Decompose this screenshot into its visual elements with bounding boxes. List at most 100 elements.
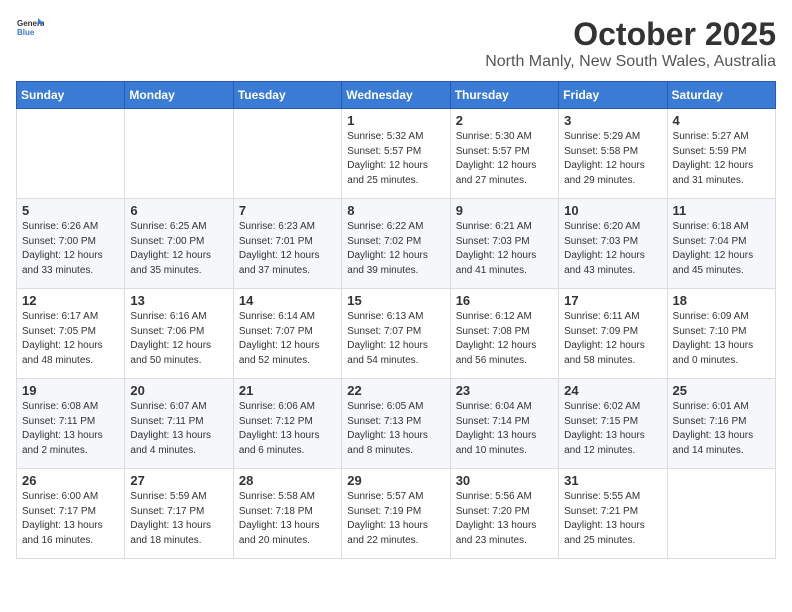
calendar-cell: 31 Sunrise: 5:55 AM Sunset: 7:21 PM Dayli… bbox=[559, 469, 667, 559]
calendar-cell: 22 Sunrise: 6:05 AM Sunset: 7:13 PM Dayli… bbox=[342, 379, 450, 469]
day-number: 29 bbox=[347, 473, 444, 488]
day-info: Sunrise: 6:06 AM Sunset: 7:12 PM Dayligh… bbox=[239, 400, 336, 458]
svg-text:Blue: Blue bbox=[17, 28, 35, 37]
day-number: 27 bbox=[130, 473, 227, 488]
day-number: 31 bbox=[564, 473, 661, 488]
calendar-cell: 18 Sunrise: 6:09 AM Sunset: 7:10 PM Dayli… bbox=[667, 289, 775, 379]
day-number: 5 bbox=[22, 203, 119, 218]
day-number: 16 bbox=[456, 293, 553, 308]
week-row-2: 12 Sunrise: 6:17 AM Sunset: 7:05 PM Dayli… bbox=[17, 289, 776, 379]
calendar-cell: 26Sunrise: 6:00 AM Sunset: 7:17 PM Dayli… bbox=[17, 469, 125, 559]
day-number: 19 bbox=[22, 383, 119, 398]
day-number: 8 bbox=[347, 203, 444, 218]
week-row-0: 1Sunrise: 5:32 AM Sunset: 5:57 PM Daylig… bbox=[17, 109, 776, 199]
day-number: 30 bbox=[456, 473, 553, 488]
month-title: October 2025 bbox=[485, 16, 776, 53]
day-info: Sunrise: 6:26 AM Sunset: 7:00 PM Dayligh… bbox=[22, 220, 119, 278]
weekday-header-tuesday: Tuesday bbox=[233, 82, 341, 109]
day-info: Sunrise: 6:12 AM Sunset: 7:08 PM Dayligh… bbox=[456, 310, 553, 368]
day-number: 22 bbox=[347, 383, 444, 398]
calendar-cell: 6 Sunrise: 6:25 AM Sunset: 7:00 PM Daylig… bbox=[125, 199, 233, 289]
day-info: Sunrise: 6:22 AM Sunset: 7:02 PM Dayligh… bbox=[347, 220, 444, 278]
calendar-cell: 15 Sunrise: 6:13 AM Sunset: 7:07 PM Dayli… bbox=[342, 289, 450, 379]
day-info: Sunrise: 6:14 AM Sunset: 7:07 PM Dayligh… bbox=[239, 310, 336, 368]
day-number: 2 bbox=[456, 113, 553, 128]
calendar-cell: 12 Sunrise: 6:17 AM Sunset: 7:05 PM Dayli… bbox=[17, 289, 125, 379]
day-info: Sunrise: 6:05 AM Sunset: 7:13 PM Dayligh… bbox=[347, 400, 444, 458]
day-info: Sunrise: 5:55 AM Sunset: 7:21 PM Dayligh… bbox=[564, 490, 661, 548]
day-info: Sunrise: 6:25 AM Sunset: 7:00 PM Dayligh… bbox=[130, 220, 227, 278]
day-number: 25 bbox=[673, 383, 770, 398]
day-info: Sunrise: 6:18 AM Sunset: 7:04 PM Dayligh… bbox=[673, 220, 770, 278]
calendar-cell: 9 Sunrise: 6:21 AM Sunset: 7:03 PM Daylig… bbox=[450, 199, 558, 289]
day-number: 3 bbox=[564, 113, 661, 128]
day-number: 12 bbox=[22, 293, 119, 308]
weekday-header-sunday: Sunday bbox=[17, 82, 125, 109]
day-info: Sunrise: 6:20 AM Sunset: 7:03 PM Dayligh… bbox=[564, 220, 661, 278]
calendar-cell: 5 Sunrise: 6:26 AM Sunset: 7:00 PM Daylig… bbox=[17, 199, 125, 289]
weekday-header-friday: Friday bbox=[559, 82, 667, 109]
weekday-header-saturday: Saturday bbox=[667, 82, 775, 109]
weekday-header-thursday: Thursday bbox=[450, 82, 558, 109]
weekday-header-wednesday: Wednesday bbox=[342, 82, 450, 109]
calendar-cell: 1Sunrise: 5:32 AM Sunset: 5:57 PM Daylig… bbox=[342, 109, 450, 199]
calendar-cell: 8 Sunrise: 6:22 AM Sunset: 7:02 PM Daylig… bbox=[342, 199, 450, 289]
day-number: 15 bbox=[347, 293, 444, 308]
calendar-cell: 28Sunrise: 5:58 AM Sunset: 7:18 PM Dayli… bbox=[233, 469, 341, 559]
day-info: Sunrise: 5:30 AM Sunset: 5:57 PM Dayligh… bbox=[456, 130, 553, 188]
calendar-cell: 13 Sunrise: 6:16 AM Sunset: 7:06 PM Dayli… bbox=[125, 289, 233, 379]
calendar-cell: 24 Sunrise: 6:02 AM Sunset: 7:15 PM Dayli… bbox=[559, 379, 667, 469]
calendar-cell: 17Sunrise: 6:11 AM Sunset: 7:09 PM Dayli… bbox=[559, 289, 667, 379]
day-info: Sunrise: 5:56 AM Sunset: 7:20 PM Dayligh… bbox=[456, 490, 553, 548]
title-area: October 2025 North Manly, New South Wale… bbox=[485, 16, 776, 71]
day-number: 4 bbox=[673, 113, 770, 128]
day-number: 21 bbox=[239, 383, 336, 398]
calendar-table: SundayMondayTuesdayWednesdayThursdayFrid… bbox=[16, 81, 776, 559]
week-row-3: 19Sunrise: 6:08 AM Sunset: 7:11 PM Dayli… bbox=[17, 379, 776, 469]
day-number: 20 bbox=[130, 383, 227, 398]
day-info: Sunrise: 5:57 AM Sunset: 7:19 PM Dayligh… bbox=[347, 490, 444, 548]
calendar-cell: 20 Sunrise: 6:07 AM Sunset: 7:11 PM Dayli… bbox=[125, 379, 233, 469]
day-number: 14 bbox=[239, 293, 336, 308]
day-info: Sunrise: 6:13 AM Sunset: 7:07 PM Dayligh… bbox=[347, 310, 444, 368]
day-info: Sunrise: 6:01 AM Sunset: 7:16 PM Dayligh… bbox=[673, 400, 770, 458]
logo-icon: General Blue bbox=[16, 16, 44, 38]
day-number: 13 bbox=[130, 293, 227, 308]
calendar-cell: 19Sunrise: 6:08 AM Sunset: 7:11 PM Dayli… bbox=[17, 379, 125, 469]
day-number: 6 bbox=[130, 203, 227, 218]
day-number: 18 bbox=[673, 293, 770, 308]
week-row-4: 26Sunrise: 6:00 AM Sunset: 7:17 PM Dayli… bbox=[17, 469, 776, 559]
calendar-cell: 2 Sunrise: 5:30 AM Sunset: 5:57 PM Daylig… bbox=[450, 109, 558, 199]
day-info: Sunrise: 6:16 AM Sunset: 7:06 PM Dayligh… bbox=[130, 310, 227, 368]
day-number: 7 bbox=[239, 203, 336, 218]
calendar-cell: 23Sunrise: 6:04 AM Sunset: 7:14 PM Dayli… bbox=[450, 379, 558, 469]
day-number: 9 bbox=[456, 203, 553, 218]
weekday-header-row: SundayMondayTuesdayWednesdayThursdayFrid… bbox=[17, 82, 776, 109]
calendar-cell: 29 Sunrise: 5:57 AM Sunset: 7:19 PM Dayli… bbox=[342, 469, 450, 559]
day-info: Sunrise: 6:09 AM Sunset: 7:10 PM Dayligh… bbox=[673, 310, 770, 368]
calendar-cell: 25 Sunrise: 6:01 AM Sunset: 7:16 PM Dayli… bbox=[667, 379, 775, 469]
day-number: 17 bbox=[564, 293, 661, 308]
calendar-cell: 7 Sunrise: 6:23 AM Sunset: 7:01 PM Daylig… bbox=[233, 199, 341, 289]
day-info: Sunrise: 5:27 AM Sunset: 5:59 PM Dayligh… bbox=[673, 130, 770, 188]
day-number: 24 bbox=[564, 383, 661, 398]
calendar-cell: 4 Sunrise: 5:27 AM Sunset: 5:59 PM Daylig… bbox=[667, 109, 775, 199]
day-info: Sunrise: 6:23 AM Sunset: 7:01 PM Dayligh… bbox=[239, 220, 336, 278]
day-info: Sunrise: 6:04 AM Sunset: 7:14 PM Dayligh… bbox=[456, 400, 553, 458]
day-info: Sunrise: 6:02 AM Sunset: 7:15 PM Dayligh… bbox=[564, 400, 661, 458]
calendar-cell bbox=[667, 469, 775, 559]
calendar-cell: 21 Sunrise: 6:06 AM Sunset: 7:12 PM Dayli… bbox=[233, 379, 341, 469]
calendar-cell: 27Sunrise: 5:59 AM Sunset: 7:17 PM Dayli… bbox=[125, 469, 233, 559]
day-info: Sunrise: 6:21 AM Sunset: 7:03 PM Dayligh… bbox=[456, 220, 553, 278]
calendar-cell: 30 Sunrise: 5:56 AM Sunset: 7:20 PM Dayli… bbox=[450, 469, 558, 559]
day-number: 1 bbox=[347, 113, 444, 128]
calendar-cell: 11 Sunrise: 6:18 AM Sunset: 7:04 PM Dayli… bbox=[667, 199, 775, 289]
calendar-cell: 3Sunrise: 5:29 AM Sunset: 5:58 PM Daylig… bbox=[559, 109, 667, 199]
calendar-cell: 14 Sunrise: 6:14 AM Sunset: 7:07 PM Dayli… bbox=[233, 289, 341, 379]
day-number: 11 bbox=[673, 203, 770, 218]
day-info: Sunrise: 6:07 AM Sunset: 7:11 PM Dayligh… bbox=[130, 400, 227, 458]
page-header: General Blue October 2025 North Manly, N… bbox=[16, 16, 776, 71]
weekday-header-monday: Monday bbox=[125, 82, 233, 109]
week-row-1: 5 Sunrise: 6:26 AM Sunset: 7:00 PM Daylig… bbox=[17, 199, 776, 289]
day-info: Sunrise: 6:17 AM Sunset: 7:05 PM Dayligh… bbox=[22, 310, 119, 368]
